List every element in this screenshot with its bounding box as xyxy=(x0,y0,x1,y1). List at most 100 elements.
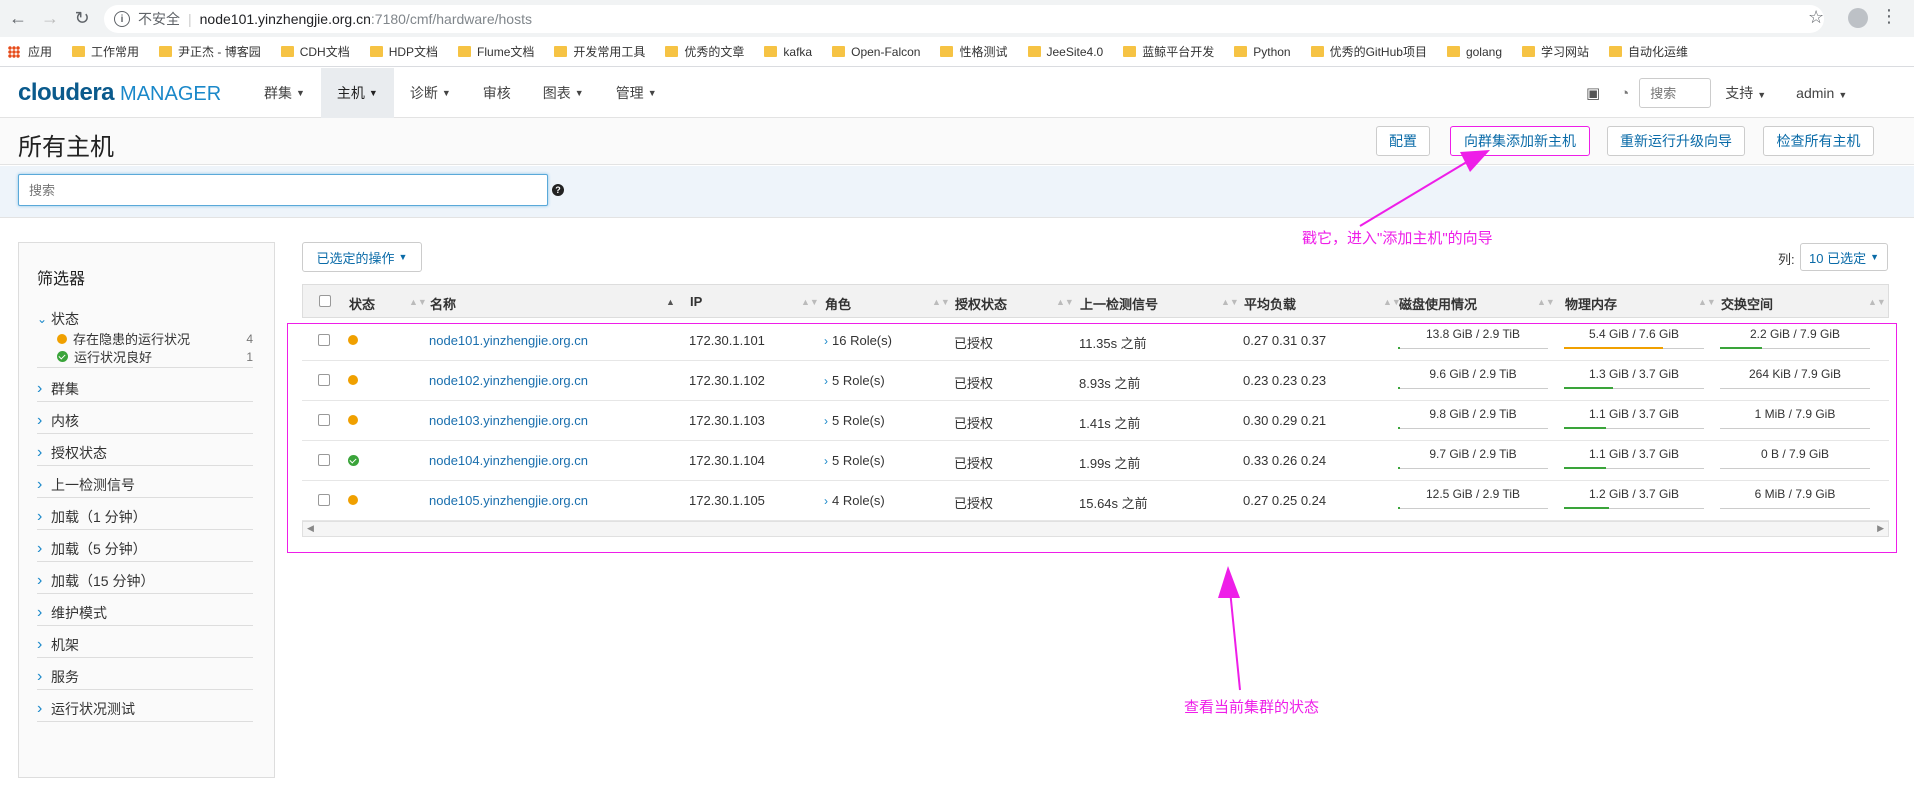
bookmark-item[interactable]: 优秀的GitHub项目 xyxy=(1310,43,1427,60)
host-roles-toggle[interactable]: › 5 Role(s) xyxy=(824,373,885,388)
host-roles-toggle[interactable]: › 5 Role(s) xyxy=(824,413,885,428)
configure-button[interactable]: 配置 xyxy=(1376,126,1430,156)
facet-item[interactable]: › 机架 xyxy=(37,635,253,655)
browser-menu-icon[interactable]: ⋮ xyxy=(1880,6,1898,27)
bookmark-item[interactable]: golang xyxy=(1446,45,1502,59)
profile-avatar-icon[interactable] xyxy=(1848,8,1868,28)
bookmark-item[interactable]: 自动化运维 xyxy=(1609,43,1688,60)
facet-item[interactable]: › 上一检测信号 xyxy=(37,475,253,495)
sort-icon: ▲▼ xyxy=(1698,297,1716,307)
selected-actions-button[interactable]: 已选定的操作 ▼ xyxy=(302,242,422,272)
bookmark-item[interactable]: Open-Falcon xyxy=(832,45,920,59)
bookmark-star-icon[interactable]: ☆ xyxy=(1808,7,1824,28)
topnav-item[interactable]: 管理 ▼ xyxy=(600,68,673,118)
facet-item[interactable]: › 服务 xyxy=(37,667,253,687)
facet-item[interactable]: › 运行状况测试 xyxy=(37,699,253,719)
user-menu[interactable]: admin ▼ xyxy=(1796,85,1847,101)
bookmark-item[interactable]: 优秀的文章 xyxy=(665,43,744,60)
col-ip[interactable]: IP xyxy=(690,294,702,309)
hosts-search-input[interactable] xyxy=(18,174,548,206)
bookmark-item[interactable]: 尹正杰 - 博客园 xyxy=(159,43,261,60)
status-item-good[interactable]: 运行状况良好 1 xyxy=(57,347,253,366)
row-checkbox[interactable] xyxy=(318,494,330,506)
host-name-link[interactable]: node104.yinzhengjie.org.cn xyxy=(429,453,588,468)
host-roles-toggle[interactable]: › 4 Role(s) xyxy=(824,493,885,508)
row-checkbox[interactable] xyxy=(318,454,330,466)
cloudera-manager-logo[interactable]: cloudera MANAGER xyxy=(18,81,221,106)
bookmark-label: 学习网站 xyxy=(1541,45,1590,59)
col-disk[interactable]: 磁盘使用情况 xyxy=(1399,294,1477,313)
bookmark-item[interactable]: 性格测试 xyxy=(940,43,1008,60)
facet-divider xyxy=(37,561,253,562)
facet-item[interactable]: › 内核 xyxy=(37,411,253,431)
help-icon[interactable]: ? xyxy=(552,184,564,196)
facet-item[interactable]: › 授权状态 xyxy=(37,443,253,463)
bookmark-item[interactable]: Python xyxy=(1234,45,1291,59)
col-auth[interactable]: 授权状态 xyxy=(955,294,1007,313)
running-commands-icon[interactable]: ◔ xyxy=(1620,85,1629,102)
row-checkbox[interactable] xyxy=(318,414,330,426)
header-search-input[interactable] xyxy=(1639,78,1712,108)
facet-label: 内核 xyxy=(51,413,79,429)
scroll-right-icon[interactable]: ▶ xyxy=(1877,523,1884,534)
gift-icon[interactable]: ▣ xyxy=(1586,84,1600,102)
col-status[interactable]: 状态 xyxy=(349,294,375,313)
facet-item[interactable]: › 维护模式 xyxy=(37,603,253,623)
col-load[interactable]: 平均负载 xyxy=(1244,294,1296,313)
facet-item[interactable]: › 群集 xyxy=(37,379,253,399)
col-swap[interactable]: 交换空间 xyxy=(1721,294,1773,313)
reload-icon[interactable]: ↻ xyxy=(68,5,96,33)
columns-select-button[interactable]: 10 已选定 ▼ xyxy=(1800,243,1888,271)
table-horizontal-scrollbar[interactable]: ◀ ▶ xyxy=(302,521,1889,537)
back-icon[interactable]: ← xyxy=(4,5,32,33)
inspect-all-hosts-button[interactable]: 检查所有主机 xyxy=(1763,126,1874,156)
rerun-upgrade-wizard-button[interactable]: 重新运行升级向导 xyxy=(1607,126,1745,156)
row-checkbox[interactable] xyxy=(318,374,330,386)
facet-item[interactable]: › 加载（5 分钟） xyxy=(37,539,253,559)
bookmark-label: Open-Falcon xyxy=(851,44,921,59)
facet-item[interactable]: › 加载（1 分钟） xyxy=(37,507,253,527)
warning-status-icon xyxy=(348,375,358,385)
topnav-item[interactable]: 图表 ▼ xyxy=(527,68,600,118)
bookmark-item[interactable]: 学习网站 xyxy=(1522,43,1589,60)
facet-status[interactable]: ⌄ 状态 xyxy=(37,309,253,329)
host-name-link[interactable]: node103.yinzhengjie.org.cn xyxy=(429,413,588,428)
bookmark-item[interactable]: JeeSite4.0 xyxy=(1027,45,1103,59)
bookmark-item[interactable]: kafka xyxy=(764,45,812,59)
forward-icon[interactable]: → xyxy=(36,5,64,33)
selected-actions-label: 已选定的操作 xyxy=(316,250,395,266)
host-roles-toggle[interactable]: › 16 Role(s) xyxy=(824,333,892,348)
info-icon[interactable]: i xyxy=(114,11,130,27)
support-menu[interactable]: 支持 ▼ xyxy=(1725,83,1766,103)
address-bar[interactable]: i 不安全 | node101.yinzhengjie.org.cn :7180… xyxy=(104,5,1824,33)
chevron-down-icon: ▼ xyxy=(1870,252,1879,262)
col-heartbeat[interactable]: 上一检测信号 xyxy=(1080,294,1158,313)
host-name-link[interactable]: node105.yinzhengjie.org.cn xyxy=(429,493,588,508)
host-heartbeat: 8.93s 之前 xyxy=(1079,376,1141,391)
bookmark-item[interactable]: 开发常用工具 xyxy=(554,43,645,60)
bookmark-item[interactable]: 蓝鲸平台开发 xyxy=(1123,43,1214,60)
add-hosts-button[interactable]: 向群集添加新主机 xyxy=(1450,126,1590,156)
topnav-item[interactable]: 审核 xyxy=(467,68,527,118)
bookmark-item[interactable]: 工作常用 xyxy=(72,43,139,60)
host-name-link[interactable]: node102.yinzhengjie.org.cn xyxy=(429,373,588,388)
col-roles[interactable]: 角色 xyxy=(825,294,851,313)
status-item-warning[interactable]: 存在隐患的运行状况 4 xyxy=(57,329,253,348)
select-all-checkbox[interactable] xyxy=(319,295,331,307)
bookmark-item[interactable]: Flume文档 xyxy=(458,43,534,60)
facet-label: 授权状态 xyxy=(51,445,107,461)
col-memory[interactable]: 物理内存 xyxy=(1565,294,1617,313)
col-name[interactable]: 名称 xyxy=(430,294,456,313)
bookmark-item[interactable]: 应用 xyxy=(8,43,52,60)
folder-icon xyxy=(1609,46,1623,57)
topnav-item[interactable]: 群集 ▼ xyxy=(248,68,321,118)
host-name-link[interactable]: node101.yinzhengjie.org.cn xyxy=(429,333,588,348)
bookmark-item[interactable]: HDP文档 xyxy=(369,43,438,60)
topnav-item[interactable]: 诊断 ▼ xyxy=(394,68,467,118)
host-roles-toggle[interactable]: › 5 Role(s) xyxy=(824,453,885,468)
topnav-item[interactable]: 主机 ▼ xyxy=(320,68,394,118)
scroll-left-icon[interactable]: ◀ xyxy=(307,523,314,534)
row-checkbox[interactable] xyxy=(318,334,330,346)
bookmark-item[interactable]: CDH文档 xyxy=(280,43,350,60)
facet-item[interactable]: › 加载（15 分钟） xyxy=(37,571,253,591)
